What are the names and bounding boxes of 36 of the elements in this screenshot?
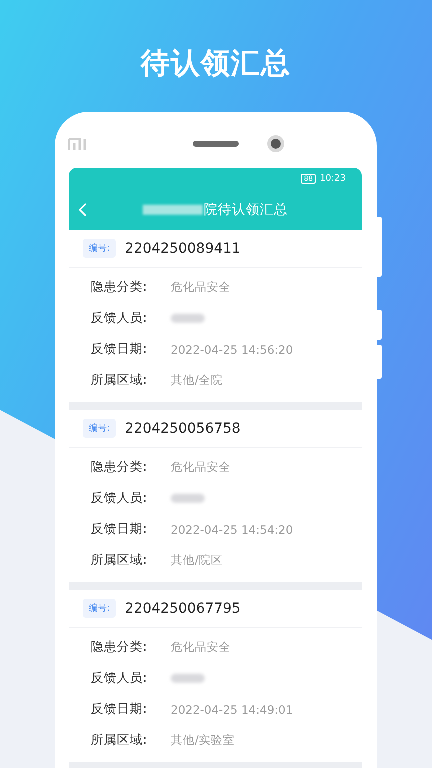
field-label: 所属区域: (91, 552, 148, 569)
redacted-text (171, 314, 205, 323)
field-value: 2022-04-25 14:54:20 (171, 522, 294, 536)
field-label: 反馈日期: (91, 521, 148, 538)
record-number: 2204250067795 (125, 600, 241, 616)
field-label: 所属区域: (91, 372, 148, 389)
field-label: 隐患分类: (91, 639, 148, 656)
field-label: 反馈日期: (91, 341, 148, 358)
status-time: 10:23 (320, 174, 346, 184)
camera-icon (267, 135, 285, 153)
field-value: 危化品安全 (171, 640, 231, 655)
field-value: 2022-04-25 14:49:01 (171, 702, 294, 716)
field-value: 其他/全院 (171, 373, 223, 388)
record-number: 2204250056758 (125, 420, 241, 436)
headline: 待认领汇总 (139, 45, 292, 82)
field-label: 反馈日期: (91, 701, 148, 718)
record-number: 2204250089411 (125, 240, 241, 256)
back-icon[interactable] (79, 203, 87, 217)
number-tag: 编号: (83, 239, 116, 258)
speaker-icon (193, 141, 239, 147)
field-value: 危化品安全 (171, 280, 231, 295)
field-label: 隐患分类: (91, 279, 148, 296)
field-label: 反馈人员: (91, 490, 148, 507)
field-label: 反馈人员: (91, 670, 148, 687)
field-value: 其他/实验室 (171, 733, 235, 748)
field-value: 2022-04-25 14:56:20 (171, 342, 294, 356)
field-label: 所属区域: (91, 732, 148, 749)
number-tag: 编号: (83, 599, 116, 618)
number-tag: 编号: (83, 419, 116, 438)
field-value: 危化品安全 (171, 460, 231, 475)
redacted-text (171, 674, 205, 683)
field-value: 其他/院区 (171, 553, 223, 568)
page-title: 院待认领汇总 (204, 201, 288, 219)
field-label: 反馈人员: (91, 310, 148, 327)
redacted-text (171, 494, 205, 503)
field-label: 隐患分类: (91, 459, 148, 476)
